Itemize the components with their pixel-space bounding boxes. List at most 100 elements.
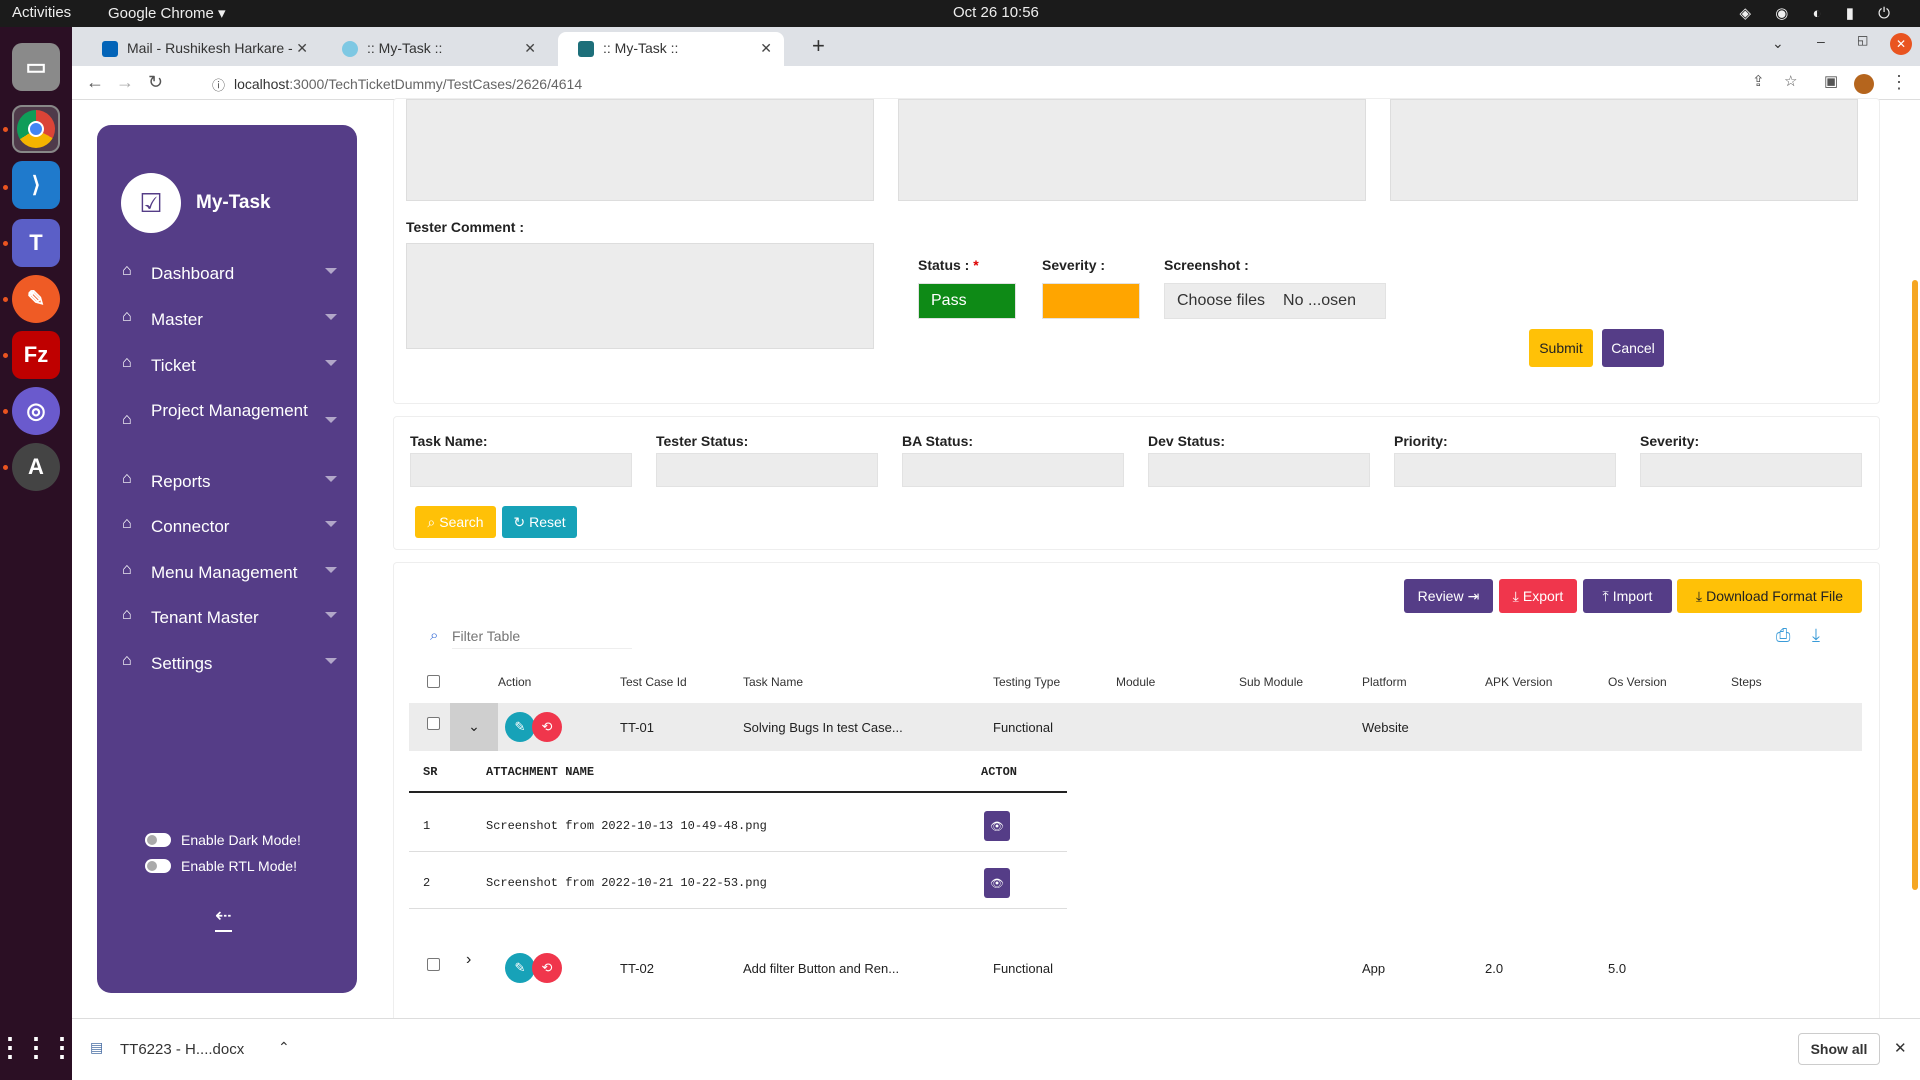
filter-tester-status-input[interactable] bbox=[656, 453, 878, 487]
col-action[interactable]: Action bbox=[498, 675, 531, 689]
row-checkbox[interactable] bbox=[427, 717, 440, 730]
toggle-switch[interactable] bbox=[145, 833, 171, 847]
filter-dev-status-input[interactable] bbox=[1148, 453, 1370, 487]
url-field[interactable]: ⓘ localhost:3000/TechTicketDummy/TestCas… bbox=[212, 72, 1792, 96]
filter-ba-status-input[interactable] bbox=[902, 453, 1124, 487]
activities-button[interactable]: Activities bbox=[12, 4, 71, 21]
brand[interactable]: ☑ My-Task bbox=[121, 173, 271, 233]
tester-comment-field[interactable] bbox=[406, 243, 874, 349]
col-os-version[interactable]: Os Version bbox=[1608, 675, 1667, 689]
tab-mytask-1[interactable]: :: My-Task :: ✕ bbox=[322, 32, 548, 66]
col-testing-type[interactable]: Testing Type bbox=[993, 675, 1060, 689]
col-test-case-id[interactable]: Test Case Id bbox=[620, 675, 687, 689]
sidebar-item-reports[interactable]: ⌂ Reports bbox=[122, 469, 337, 494]
sidebar-item-menu-management[interactable]: ⌂ Menu Management bbox=[122, 560, 337, 585]
textarea-3[interactable] bbox=[1390, 99, 1858, 201]
info-icon[interactable]: ⓘ bbox=[212, 75, 225, 94]
textarea-2[interactable] bbox=[898, 99, 1366, 201]
download-tray-icon[interactable]: ⤓ bbox=[1812, 625, 1820, 646]
textarea-1[interactable] bbox=[406, 99, 874, 201]
collapse-sidebar-icon[interactable]: ⇠ bbox=[215, 903, 232, 932]
profile-avatar[interactable] bbox=[1854, 74, 1874, 94]
postman-icon[interactable]: ✎ bbox=[12, 275, 60, 323]
reload-icon[interactable]: ↻ bbox=[148, 72, 163, 93]
close-icon[interactable]: ✕ bbox=[760, 40, 772, 57]
back-icon[interactable]: ← bbox=[86, 72, 104, 93]
review-button[interactable]: Review ⇥ bbox=[1404, 579, 1493, 613]
row-checkbox[interactable] bbox=[427, 958, 440, 971]
system-tray[interactable]: ◈ ◉ ◐ ▮ ⏻ bbox=[1740, 4, 1900, 22]
export-button[interactable]: ⤓ Export bbox=[1499, 579, 1577, 613]
edit-icon[interactable]: ✎ bbox=[505, 712, 535, 742]
tab-mail[interactable]: Mail - Rushikesh Harkare - ✕ bbox=[82, 32, 320, 66]
col-sub-module[interactable]: Sub Module bbox=[1239, 675, 1303, 689]
sidebar-item-settings[interactable]: ⌂ Settings bbox=[122, 651, 337, 676]
screenshot-file-input[interactable]: Choose files No ...osen bbox=[1164, 283, 1386, 319]
software-center-icon[interactable]: A bbox=[12, 443, 60, 491]
close-icon[interactable]: ✕ bbox=[1894, 1039, 1907, 1057]
sidebar-item-connector[interactable]: ⌂ Connector bbox=[122, 514, 337, 539]
rtl-mode-toggle[interactable]: Enable RTL Mode! bbox=[145, 858, 297, 874]
maximize-icon[interactable]: ◱ bbox=[1857, 33, 1868, 47]
sidebar-item-project-management[interactable]: ⌂ Project Management bbox=[122, 398, 337, 429]
cancel-button[interactable]: Cancel bbox=[1602, 329, 1664, 367]
download-format-button[interactable]: ⤓ Download Format File bbox=[1677, 579, 1862, 613]
minimize-icon[interactable]: – bbox=[1817, 33, 1825, 49]
page-scrollbar[interactable] bbox=[1912, 280, 1918, 890]
col-steps[interactable]: Steps bbox=[1731, 675, 1762, 689]
col-apk-version[interactable]: APK Version bbox=[1485, 675, 1552, 689]
expand-row-chevron-right-icon[interactable]: › bbox=[466, 951, 471, 969]
search-icon: ⌕ bbox=[430, 627, 439, 644]
app-grid-icon[interactable]: ⋮⋮⋮ bbox=[0, 1023, 75, 1071]
toggle-switch[interactable] bbox=[145, 859, 171, 873]
edit-icon[interactable]: ✎ bbox=[505, 953, 535, 983]
tab-search-icon[interactable]: ⌄ bbox=[1772, 35, 1784, 52]
files-icon[interactable]: ▭ bbox=[12, 43, 60, 91]
search-button[interactable]: ⌕ Search bbox=[415, 506, 496, 538]
filter-table-input[interactable] bbox=[452, 623, 632, 649]
filter-severity-input[interactable] bbox=[1640, 453, 1862, 487]
window-close-icon[interactable]: ✕ bbox=[1890, 33, 1912, 55]
col-module[interactable]: Module bbox=[1116, 675, 1155, 689]
tab-mytask-2[interactable]: :: My-Task :: ✕ bbox=[558, 32, 784, 66]
filezilla-icon[interactable]: Fz bbox=[12, 331, 60, 379]
close-icon[interactable]: ✕ bbox=[524, 40, 536, 57]
bookmark-star-icon[interactable]: ☆ bbox=[1784, 72, 1797, 90]
filter-task-name-input[interactable] bbox=[410, 453, 632, 487]
network-icon[interactable]: ◎ bbox=[12, 387, 60, 435]
status-select[interactable]: Pass bbox=[918, 283, 1016, 319]
app-menu[interactable]: Google Chrome ▾ bbox=[108, 4, 226, 22]
view-eye-icon[interactable]: 👁 bbox=[984, 811, 1010, 841]
select-all-checkbox[interactable] bbox=[427, 675, 440, 688]
download-file-name[interactable]: TT6223 - H....docx bbox=[120, 1041, 244, 1058]
close-icon[interactable]: ✕ bbox=[296, 40, 308, 57]
sidebar-item-ticket[interactable]: ⌂ Ticket bbox=[122, 353, 337, 378]
reset-button[interactable]: ↻ Reset bbox=[502, 506, 577, 538]
share-icon[interactable]: ⇪ bbox=[1752, 72, 1765, 90]
sidebar-item-master[interactable]: ⌂ Master bbox=[122, 307, 337, 332]
chrome-menu-icon[interactable]: ⋮ bbox=[1890, 72, 1908, 93]
print-icon[interactable]: ⎙ bbox=[1776, 625, 1790, 646]
show-all-button[interactable]: Show all bbox=[1798, 1033, 1880, 1065]
chevron-up-icon[interactable]: ⌃ bbox=[278, 1039, 290, 1056]
clock[interactable]: Oct 26 10:56 bbox=[953, 4, 1039, 21]
side-panel-icon[interactable]: ▣ bbox=[1824, 72, 1838, 90]
dark-mode-toggle[interactable]: Enable Dark Mode! bbox=[145, 832, 301, 848]
teams-icon[interactable]: T bbox=[12, 219, 60, 267]
sidebar-item-tenant-master[interactable]: ⌂ Tenant Master bbox=[122, 605, 337, 630]
filter-priority-input[interactable] bbox=[1394, 453, 1616, 487]
submit-button[interactable]: Submit bbox=[1529, 329, 1593, 367]
forward-icon[interactable]: → bbox=[116, 72, 134, 93]
severity-select[interactable] bbox=[1042, 283, 1140, 319]
vscode-icon[interactable]: ⟩ bbox=[12, 161, 60, 209]
history-icon[interactable]: ⟲ bbox=[532, 953, 562, 983]
sidebar-item-dashboard[interactable]: ⌂ Dashboard bbox=[122, 261, 337, 286]
view-eye-icon[interactable]: 👁 bbox=[984, 868, 1010, 898]
col-task-name[interactable]: Task Name bbox=[743, 675, 803, 689]
new-tab-button[interactable]: + bbox=[812, 33, 825, 59]
history-icon[interactable]: ⟲ bbox=[532, 712, 562, 742]
expand-row-chevron-down-icon[interactable]: ⌄ bbox=[450, 703, 498, 751]
import-button[interactable]: ⤒ Import bbox=[1583, 579, 1672, 613]
col-platform[interactable]: Platform bbox=[1362, 675, 1407, 689]
chrome-icon[interactable] bbox=[12, 105, 60, 153]
